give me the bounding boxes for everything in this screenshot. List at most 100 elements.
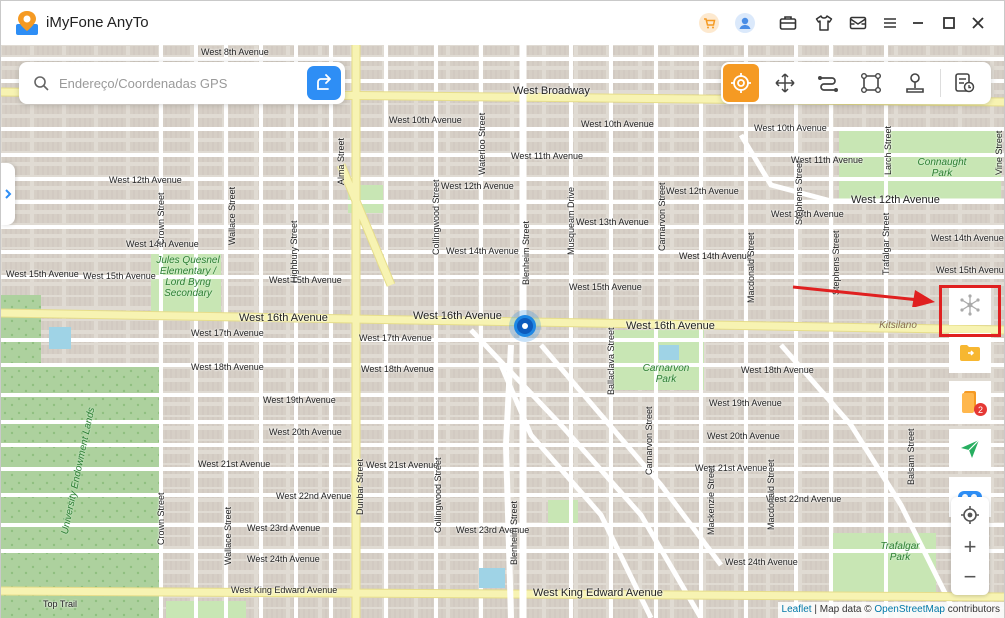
mail-icon[interactable] [847,12,869,34]
park-label: Jules Quesnel Elementary / Lord Byng Sec… [156,255,220,299]
maximize-icon[interactable] [938,12,960,34]
street-label: West 10th Avenue [581,119,654,129]
street-label: Vine Street [994,130,1004,175]
zoom-in-button[interactable]: + [951,531,989,563]
street-label: Collingwood Street [433,457,443,533]
street-label: Macdonald Street [766,459,776,530]
street-label: West 15th Avenue [569,282,642,292]
street-label: West 8th Avenue [201,47,269,57]
street-label: West 24th Avenue [725,557,798,567]
app-title: iMyFone AnyTo [46,14,149,31]
cart-icon[interactable] [698,12,720,34]
two-spot-mode-button[interactable] [810,64,846,102]
street-label: Blenheim Street [509,500,519,565]
multi-spot-mode-button[interactable] [853,64,889,102]
street-label: Carnarvon Street [657,182,667,251]
street-label: Crown Street [156,192,166,245]
redirect-arrow-icon [317,74,331,90]
street-label: Larch Street [883,125,893,175]
street-label: West 18th Avenue [191,362,264,372]
street-label: West King Edward Avenue [533,587,663,599]
street-label: West 16th Avenue [239,312,328,324]
street-label: West 13th Avenue [771,209,844,219]
street-label: West 16th Avenue [626,320,715,332]
street-label: West 17th Avenue [191,328,264,338]
street-label: Mackenzie Street [706,465,716,535]
device-list-button[interactable]: 2 [949,381,991,421]
history-icon [955,73,975,93]
street-label: West 21st Avenue [198,459,271,469]
street-label: West 17th Avenue [359,333,432,343]
street-label: Wallace Street [223,506,233,565]
send-location-button[interactable] [949,429,991,469]
app-logo-icon [16,11,38,35]
joystick-icon [905,73,924,93]
street-label: West 12th Avenue [109,175,182,185]
close-icon[interactable] [967,12,989,34]
teleport-mode-button[interactable] [723,64,760,102]
leaflet-link[interactable]: Leaflet [782,604,812,615]
sidebar-expand-button[interactable] [1,163,15,225]
park-label: Connaught Park [917,157,967,179]
street-label: West 16th Avenue [413,310,502,322]
street-label: West 12th Avenue [441,181,514,191]
street-label: Crown Street [156,492,166,545]
street-label: West 15th Avenue [936,265,1004,275]
street-label: West 19th Avenue [263,395,336,405]
street-label: West King Edward Avenue [231,585,338,595]
crosshair-icon [731,73,752,93]
street-label: West 18th Avenue [361,364,434,374]
street-label: West 15th Avenue [6,269,79,279]
map-attribution: Leaflet | Map data © OpenStreetMap contr… [777,602,1004,618]
multi-spot-icon [861,73,882,93]
jump-teleport-mode-button[interactable] [766,64,802,102]
street-label: West 15th Avenue [269,275,342,285]
street-label: West 21st Avenue [366,460,439,470]
current-location-marker[interactable] [508,309,542,343]
search-go-button[interactable] [307,66,341,100]
street-label: West 15th Avenue [83,271,156,281]
openstreetmap-link[interactable]: OpenStreetMap [874,604,945,615]
street-label: Macdonald Street [746,232,756,303]
park-label: Carnarvon Park [642,363,690,385]
joystick-mode-button[interactable] [896,64,932,102]
zoom-controls: + − [951,497,989,595]
map-view[interactable]: West 8th Avenue West Broadway West 10th … [1,45,1004,618]
saved-folder-button[interactable] [949,333,991,373]
street-label: West 14th Avenue [931,233,1004,243]
street-label: Highbury Street [289,220,299,283]
minimize-icon[interactable] [907,12,929,34]
street-label: West 23rd Avenue [247,523,321,533]
street-label: Wallace Street [227,186,237,245]
street-label: West 19th Avenue [709,398,782,408]
address-search-input[interactable] [59,72,299,94]
locate-me-button[interactable] [951,499,989,531]
street-label: Ballaclava Street [606,327,616,395]
street-label: Dunbar Street [355,458,365,515]
title-bar: iMyFone AnyTo [1,1,1004,45]
street-label: West 18th Avenue [741,365,814,375]
street-label: West 13th Avenue [576,217,649,227]
attribution-tail: contributors [944,604,1000,615]
street-label: West 22nd Avenue [766,494,842,504]
user-icon[interactable] [734,12,756,34]
street-label: Alma Street [336,137,346,185]
attribution-text: | Map data © [811,604,875,615]
tshirt-icon[interactable] [813,12,835,34]
send-icon [961,439,980,458]
toolbar-divider [939,69,941,97]
area-label: Kitsilano [879,320,917,331]
history-mode-button[interactable] [946,64,982,102]
zoom-out-button[interactable]: − [951,561,989,593]
search-icon [34,76,49,91]
street-label: Carnarvon Street [644,406,654,475]
street-label: Blenheim Street [521,220,531,285]
menu-icon[interactable] [879,12,901,34]
mode-toolbar [721,62,991,104]
briefcase-icon[interactable] [777,12,799,34]
street-label: West 20th Avenue [269,427,342,437]
folder-icon [960,345,980,361]
street-label: West 12th Avenue [851,194,940,206]
street-label: Collingwood Street [431,179,441,255]
route-icon [817,76,838,92]
